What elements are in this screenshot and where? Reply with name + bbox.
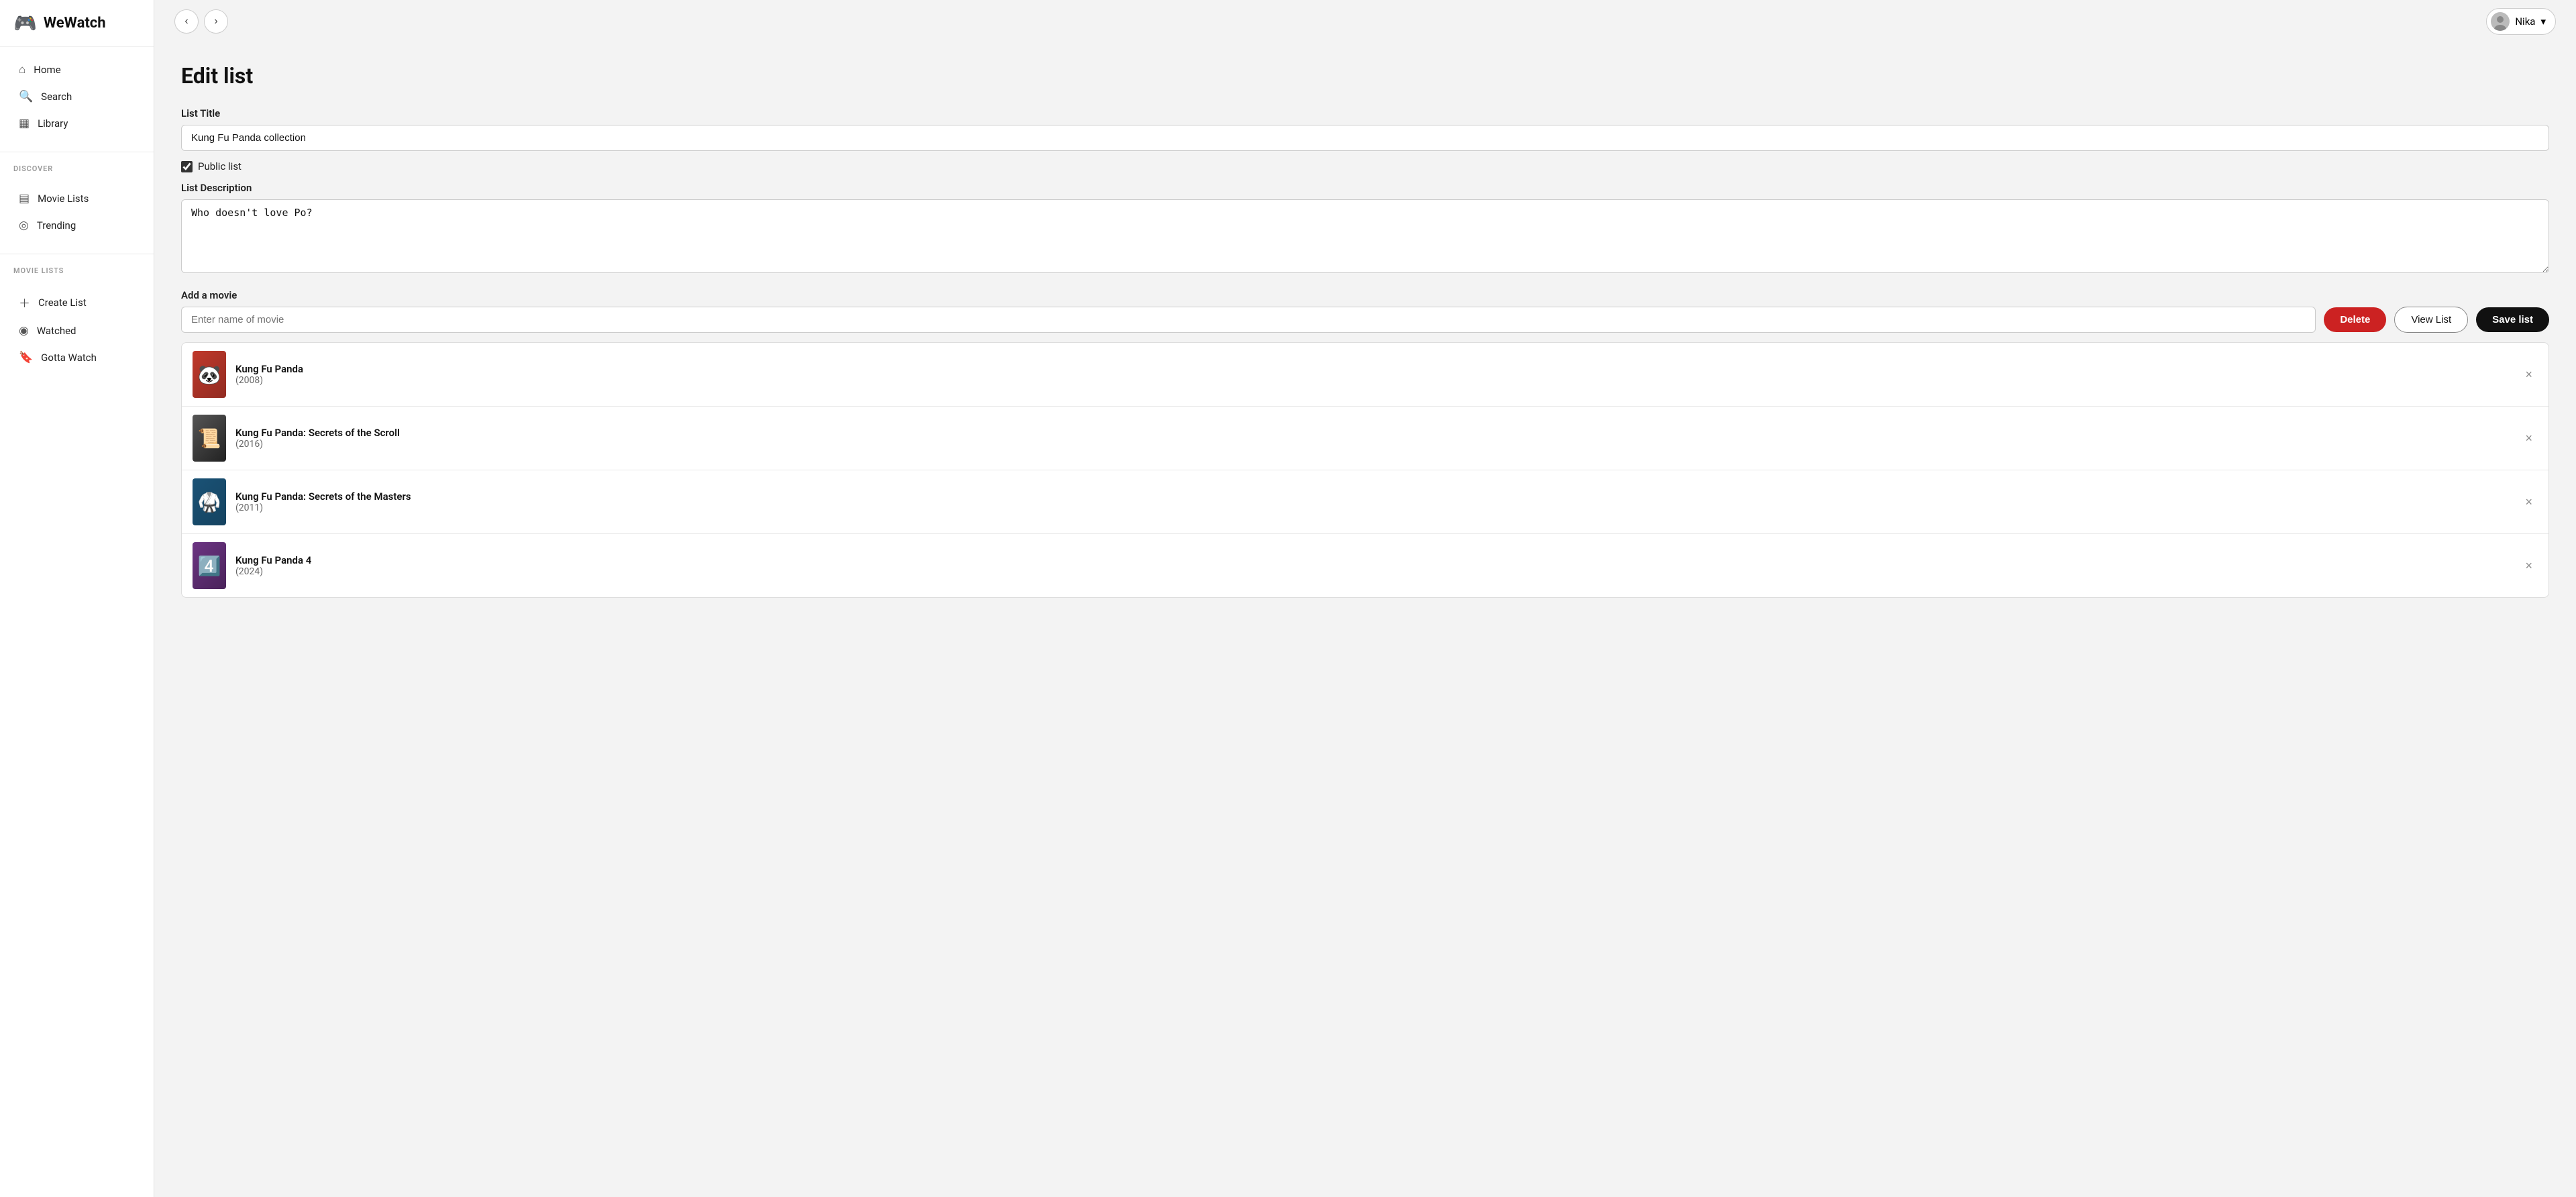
movie-title: Kung Fu Panda	[235, 363, 2510, 375]
sidebar-item-label: Trending	[37, 219, 76, 231]
eye-icon: ◉	[19, 324, 29, 337]
movie-title: Kung Fu Panda: Secrets of the Masters	[235, 490, 2510, 503]
user-name: Nika	[2515, 15, 2535, 28]
home-icon: ⌂	[19, 63, 25, 76]
app-logo: 🎮 WeWatch	[0, 0, 154, 47]
movie-year: (2016)	[235, 439, 2510, 450]
plus-icon: ＋	[19, 294, 30, 311]
sidebar-item-search[interactable]: 🔍 Search	[5, 83, 148, 110]
list-description-label: List Description	[181, 182, 2549, 194]
movie-poster: 4️⃣	[193, 542, 226, 589]
avatar	[2491, 12, 2510, 31]
public-list-row: Public list	[181, 160, 2549, 172]
page-title: Edit list	[181, 63, 2549, 89]
topbar-navigation: ‹ ›	[174, 9, 228, 34]
sidebar-item-label: Create List	[38, 297, 87, 309]
trending-icon: ◎	[19, 219, 29, 232]
movie-info: Kung Fu Panda (2008)	[235, 363, 2510, 386]
movie-year: (2011)	[235, 503, 2510, 513]
sidebar-item-movie-lists[interactable]: ▤ Movie Lists	[5, 185, 148, 212]
movie-poster: 🐼	[193, 351, 226, 398]
sidebar-item-label: Library	[38, 117, 68, 129]
movie-info: Kung Fu Panda 4 (2024)	[235, 554, 2510, 577]
view-list-button[interactable]: View List	[2394, 307, 2468, 333]
poster-icon: 📜	[193, 415, 225, 461]
table-row: 🐼 Kung Fu Panda (2008) ×	[182, 343, 2548, 407]
main-area: ‹ › Nika ▾ Edit list List Title Public l…	[154, 0, 2576, 1197]
movie-title: Kung Fu Panda: Secrets of the Scroll	[235, 427, 2510, 439]
list-description-input[interactable]: Who doesn't love Po?	[181, 199, 2549, 273]
list-title-input[interactable]	[181, 125, 2549, 151]
movie-search-input[interactable]	[181, 307, 2316, 333]
public-list-label: Public list	[198, 160, 241, 172]
table-row: 4️⃣ Kung Fu Panda 4 (2024) ×	[182, 534, 2548, 597]
sidebar-item-home[interactable]: ⌂ Home	[5, 56, 148, 83]
forward-button[interactable]: ›	[204, 9, 228, 34]
page-content: Edit list List Title Public list List De…	[154, 43, 2576, 1197]
discover-nav: ▤ Movie Lists ◎ Trending	[0, 176, 154, 248]
library-icon: ▦	[19, 117, 30, 130]
remove-movie-button[interactable]: ×	[2520, 492, 2538, 512]
movie-year: (2024)	[235, 566, 2510, 577]
sidebar-item-label: Watched	[37, 325, 76, 337]
public-list-checkbox[interactable]	[181, 161, 193, 172]
add-movie-section: Add a movie Delete View List Save list	[181, 289, 2549, 333]
user-profile[interactable]: Nika ▾	[2486, 8, 2556, 35]
movie-lists-icon: ▤	[19, 192, 30, 205]
movie-info: Kung Fu Panda: Secrets of the Scroll (20…	[235, 427, 2510, 450]
logo-icon: 🎮	[13, 12, 37, 34]
remove-movie-button[interactable]: ×	[2520, 429, 2538, 448]
poster-icon: 4️⃣	[193, 543, 225, 588]
remove-movie-button[interactable]: ×	[2520, 365, 2538, 384]
table-row: 📜 Kung Fu Panda: Secrets of the Scroll (…	[182, 407, 2548, 470]
movie-title: Kung Fu Panda 4	[235, 554, 2510, 566]
movie-poster: 📜	[193, 415, 226, 462]
save-list-button[interactable]: Save list	[2476, 307, 2549, 332]
bookmark-icon: 🔖	[19, 351, 33, 364]
sidebar-item-label: Gotta Watch	[41, 352, 97, 364]
movie-info: Kung Fu Panda: Secrets of the Masters (2…	[235, 490, 2510, 513]
discover-section-label: DISCOVER	[0, 158, 154, 176]
movie-lists-nav: ＋ Create List ◉ Watched 🔖 Gotta Watch	[0, 278, 154, 380]
movie-list: 🐼 Kung Fu Panda (2008) × 📜 Kung Fu Panda…	[181, 342, 2549, 598]
remove-movie-button[interactable]: ×	[2520, 556, 2538, 576]
sidebar-item-library[interactable]: ▦ Library	[5, 110, 148, 137]
back-button[interactable]: ‹	[174, 9, 199, 34]
chevron-down-icon: ▾	[2540, 15, 2546, 28]
sidebar-item-label: Search	[41, 91, 72, 103]
sidebar-item-gotta-watch[interactable]: 🔖 Gotta Watch	[5, 344, 148, 371]
sidebar-item-label: Movie Lists	[38, 193, 89, 205]
movie-year: (2008)	[235, 375, 2510, 386]
movie-lists-section-label: MOVIE LISTS	[0, 260, 154, 278]
sidebar: 🎮 WeWatch ⌂ Home 🔍 Search ▦ Library DISC…	[0, 0, 154, 1197]
sidebar-item-trending[interactable]: ◎ Trending	[5, 212, 148, 239]
delete-button[interactable]: Delete	[2324, 307, 2386, 332]
add-movie-label: Add a movie	[181, 289, 2549, 301]
add-movie-row: Delete View List Save list	[181, 307, 2549, 333]
sidebar-item-create-list[interactable]: ＋ Create List	[5, 287, 148, 317]
movie-poster: 🥋	[193, 478, 226, 525]
topbar: ‹ › Nika ▾	[154, 0, 2576, 43]
poster-icon: 🥋	[193, 479, 225, 525]
search-icon: 🔍	[19, 90, 33, 103]
poster-icon: 🐼	[193, 352, 225, 397]
sidebar-item-watched[interactable]: ◉ Watched	[5, 317, 148, 344]
sidebar-item-label: Home	[34, 64, 60, 76]
list-title-label: List Title	[181, 107, 2549, 119]
app-name: WeWatch	[44, 15, 106, 32]
table-row: 🥋 Kung Fu Panda: Secrets of the Masters …	[182, 470, 2548, 534]
main-nav: ⌂ Home 🔍 Search ▦ Library	[0, 47, 154, 146]
